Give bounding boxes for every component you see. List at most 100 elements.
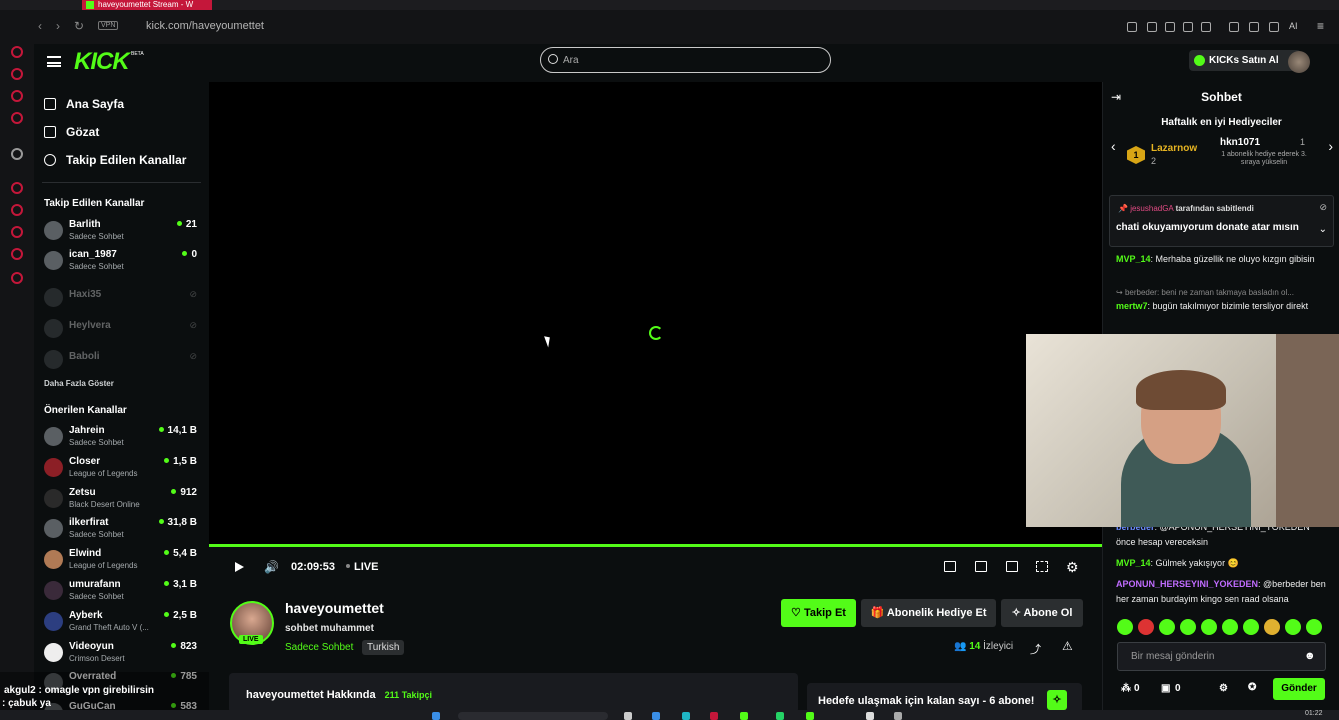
messenger-icon[interactable] <box>11 112 23 124</box>
emote-icon[interactable] <box>1201 619 1217 635</box>
download-icon[interactable] <box>1269 22 1279 32</box>
tab-search-icon[interactable] <box>1147 22 1157 32</box>
shield-icon[interactable] <box>1165 22 1175 32</box>
nav-browse[interactable]: Gözat <box>44 125 99 139</box>
gifter-name[interactable]: hkn1071 <box>1220 137 1260 148</box>
browser-tab[interactable]: haveyoumettet Stream - W <box>82 0 212 10</box>
heart-toolbar-icon[interactable] <box>1201 22 1211 32</box>
recommended-channel[interactable]: Jahrein Sadece Sohbet 14,1 B <box>44 425 199 453</box>
chevron-right-icon[interactable]: › <box>1328 138 1333 154</box>
bookmarks-icon[interactable] <box>11 248 23 260</box>
reload-icon[interactable]: ↻ <box>74 19 84 33</box>
chat-user[interactable]: APONUN_HERSEYINI_YOKEDEN <box>1116 579 1258 589</box>
collapse-chat-icon[interactable]: ⇥ <box>1111 90 1121 104</box>
camera-icon[interactable] <box>1183 22 1193 32</box>
followed-channel-offline[interactable]: Haxi35 ⊘ <box>44 286 199 314</box>
url-field[interactable]: kick.com/haveyoumettet <box>146 20 264 32</box>
hide-pin-icon[interactable]: ⊘ <box>1319 202 1327 213</box>
chat-input[interactable] <box>1117 642 1326 671</box>
emote-icon[interactable] <box>1222 619 1238 635</box>
player-icon[interactable] <box>11 182 23 194</box>
emote-icon[interactable] <box>1180 619 1196 635</box>
extensions-toolbar-icon[interactable] <box>1229 22 1239 32</box>
taskbar-search[interactable] <box>458 712 608 720</box>
search-input[interactable] <box>563 52 813 68</box>
vpn-badge[interactable]: VPN <box>98 21 119 30</box>
recommended-channel[interactable]: ilkerfirat Sadece Sohbet 31,8 B <box>44 517 199 545</box>
stream-category[interactable]: Sadece Sohbet <box>285 642 353 653</box>
emote-icon[interactable] <box>1264 619 1280 635</box>
settings-icon[interactable] <box>11 272 23 284</box>
emote-icon[interactable] <box>1285 619 1301 635</box>
goal-icon[interactable]: ✧ <box>1047 690 1067 710</box>
followed-channel[interactable]: Barlith Sadece Sohbet 21 <box>44 219 199 247</box>
history-icon[interactable] <box>11 226 23 238</box>
emote-icon[interactable] <box>1138 619 1154 635</box>
live-indicator[interactable]: LIVE <box>346 561 378 573</box>
task-view-icon[interactable] <box>624 712 632 720</box>
streamer-name[interactable]: haveyoumettet <box>285 600 384 616</box>
fullscreen-icon[interactable] <box>1036 561 1048 572</box>
nav-following[interactable]: Takip Edilen Kanallar <box>44 153 186 167</box>
recommended-channel[interactable]: umurafann Sadece Sohbet 3,1 B <box>44 579 199 607</box>
hamburger-menu-icon[interactable] <box>47 56 61 67</box>
wallet-icon[interactable] <box>1249 22 1259 32</box>
volume-icon[interactable]: 🔊 <box>264 560 279 574</box>
clip-icon[interactable] <box>975 561 987 572</box>
chat-user[interactable]: MVP_14 <box>1116 558 1151 568</box>
chat-user[interactable]: MVP_14 <box>1116 254 1151 264</box>
app-icon[interactable] <box>866 712 874 720</box>
user-avatar[interactable] <box>1288 51 1310 73</box>
recommended-channel[interactable]: Zetsu Black Desert Online 912 <box>44 487 199 515</box>
theater-mode-icon[interactable] <box>1006 561 1018 572</box>
kick-logo[interactable]: KICK <box>74 48 130 76</box>
followed-channel[interactable]: ican_1987 Sadece Sohbet 0 <box>44 249 199 277</box>
share-icon[interactable]: ⤴ <box>1030 641 1041 657</box>
follow-button[interactable]: ♡ Takip Et <box>781 599 856 627</box>
language-tag[interactable]: Turkish <box>362 640 405 655</box>
whatsapp-icon[interactable] <box>776 712 784 720</box>
chat-message[interactable]: mertw7: bugün takılmıyor bizimle tersliy… <box>1116 299 1328 314</box>
chevron-left-icon[interactable]: ‹ <box>1111 138 1116 154</box>
snapshot-icon[interactable] <box>1127 22 1137 32</box>
x-icon[interactable] <box>11 148 23 160</box>
mini-player-icon[interactable] <box>944 561 956 572</box>
video-player[interactable] <box>209 82 1102 544</box>
opera-icon[interactable] <box>710 712 718 720</box>
forward-icon[interactable]: › <box>56 19 60 33</box>
subscribe-button[interactable]: ✧ Abone Ol <box>1001 599 1083 627</box>
emote-icon[interactable] <box>1306 619 1322 635</box>
buy-kicks-button[interactable]: KICKs Satın Al <box>1189 50 1301 71</box>
gift-icon[interactable]: ▣ <box>1161 683 1170 694</box>
app-icon[interactable] <box>894 712 902 720</box>
back-icon[interactable]: ‹ <box>38 19 42 33</box>
chat-user[interactable]: mertw7 <box>1116 301 1148 311</box>
chat-message[interactable]: MVP_14: Gülmek yakışıyor 😊 <box>1116 556 1328 571</box>
start-icon[interactable] <box>432 712 440 720</box>
speed-dial-icon[interactable] <box>11 46 23 58</box>
pinned-message[interactable]: 📌 jesushadGA tarafından sabitlendi ⊘ cha… <box>1109 195 1334 247</box>
clock[interactable]: 01:22 <box>1305 710 1323 717</box>
chat-message[interactable]: APONUN_HERSEYINI_YOKEDEN: @berbeder ben … <box>1116 577 1328 607</box>
menu-icon[interactable]: ≡ <box>1317 19 1324 33</box>
chat-message[interactable]: MVP_14: Merhaba güzellik ne oluyo kızgın… <box>1116 252 1328 267</box>
app-icon[interactable] <box>806 712 814 720</box>
instagram-icon[interactable] <box>11 90 23 102</box>
aria-icon[interactable] <box>11 68 23 80</box>
emote-menu-icon[interactable]: ✪ <box>1248 682 1256 693</box>
search-box[interactable] <box>540 47 831 73</box>
chat-settings-icon[interactable]: ⚙ <box>1219 683 1228 694</box>
recommended-channel[interactable]: Closer League of Legends 1,5 B <box>44 456 199 484</box>
followed-channel-offline[interactable]: Baboli ⊘ <box>44 348 199 376</box>
recommended-channel[interactable]: Elwind League of Legends 5,4 B <box>44 548 199 576</box>
emote-icon[interactable] <box>1243 619 1259 635</box>
kick-app-icon[interactable] <box>740 712 748 720</box>
ai-button[interactable]: AI <box>1289 21 1298 31</box>
followed-channel-offline[interactable]: Heylvera ⊘ <box>44 317 199 345</box>
player-settings-icon[interactable]: ⚙ <box>1066 559 1079 576</box>
edge-icon[interactable] <box>652 712 660 720</box>
show-more-link[interactable]: Daha Fazla Göster <box>44 379 114 388</box>
extensions-icon[interactable] <box>11 204 23 216</box>
emote-icon[interactable] <box>1117 619 1133 635</box>
recommended-channel[interactable]: Videoyun Crimson Desert 823 <box>44 641 199 669</box>
